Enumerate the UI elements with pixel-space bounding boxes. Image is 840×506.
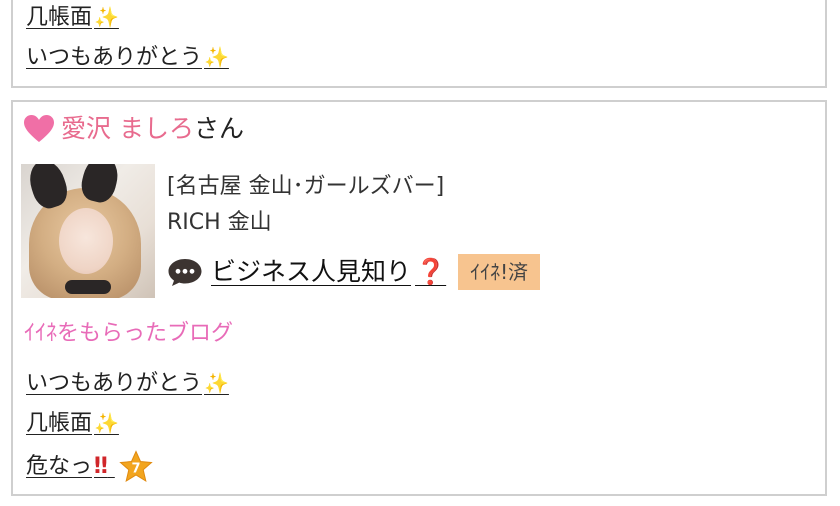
like-done-badge: ｲｲﾈ!済 bbox=[458, 254, 541, 290]
chat-bubble-icon bbox=[168, 259, 202, 286]
liked-blogs-title: ｲｲﾈをもらったブログ bbox=[24, 321, 234, 346]
cast-honorific: さん bbox=[193, 114, 244, 143]
blog-link-abuna[interactable]: 危なっ‼ 7 bbox=[26, 450, 153, 484]
double-exclamation-icon: ‼ bbox=[94, 454, 108, 479]
blog-link-label: 危なっ bbox=[26, 454, 93, 479]
blog-link-kichomen[interactable]: 几帳面 ✨ bbox=[26, 4, 119, 31]
shop-name[interactable]: RICH 金山 bbox=[167, 208, 272, 238]
comment-text: ビジネス人見知り bbox=[211, 257, 412, 286]
sparkles-icon: ✨ bbox=[204, 371, 229, 395]
heart-icon bbox=[24, 115, 54, 142]
cast-avatar[interactable] bbox=[21, 164, 155, 298]
blog-link-label: 几帳面 bbox=[26, 5, 93, 30]
cast-card: 愛沢 ましろ さん [名古屋 金山･ガールズバー] RICH 金山 ビジネス人見… bbox=[11, 100, 827, 496]
blog-link-kichomen[interactable]: 几帳面 ✨ bbox=[26, 410, 119, 437]
shop-area: [名古屋 金山･ガールズバー] bbox=[167, 174, 445, 199]
star-badge-icon: 7 bbox=[119, 450, 153, 483]
blog-link-itsumo[interactable]: いつもありがとう ✨ bbox=[26, 370, 229, 397]
blog-link-itsumo[interactable]: いつもありがとう ✨ bbox=[26, 44, 229, 71]
sparkles-icon: ✨ bbox=[204, 45, 229, 69]
blog-link-label: 几帳面 bbox=[26, 411, 93, 436]
blog-link-label: いつもありがとう bbox=[26, 45, 203, 70]
previous-cast-card: 几帳面 ✨ いつもありがとう ✨ bbox=[11, 0, 827, 88]
cast-name-row[interactable]: 愛沢 ましろ さん bbox=[23, 114, 244, 144]
sparkles-icon: ✨ bbox=[94, 5, 119, 29]
avatar-bow bbox=[65, 280, 111, 294]
blog-link-label: いつもありがとう bbox=[26, 371, 203, 396]
star-badge-number: 7 bbox=[131, 462, 140, 477]
avatar-face bbox=[59, 208, 113, 274]
sparkles-icon: ✨ bbox=[94, 411, 119, 435]
cast-name[interactable]: 愛沢 ましろ bbox=[61, 114, 194, 144]
comment-link[interactable]: ビジネス人見知り ❓ bbox=[211, 256, 446, 288]
comment-row: ビジネス人見知り ❓ ｲｲﾈ!済 bbox=[167, 254, 541, 290]
question-mark-icon: ❓ bbox=[415, 257, 447, 286]
